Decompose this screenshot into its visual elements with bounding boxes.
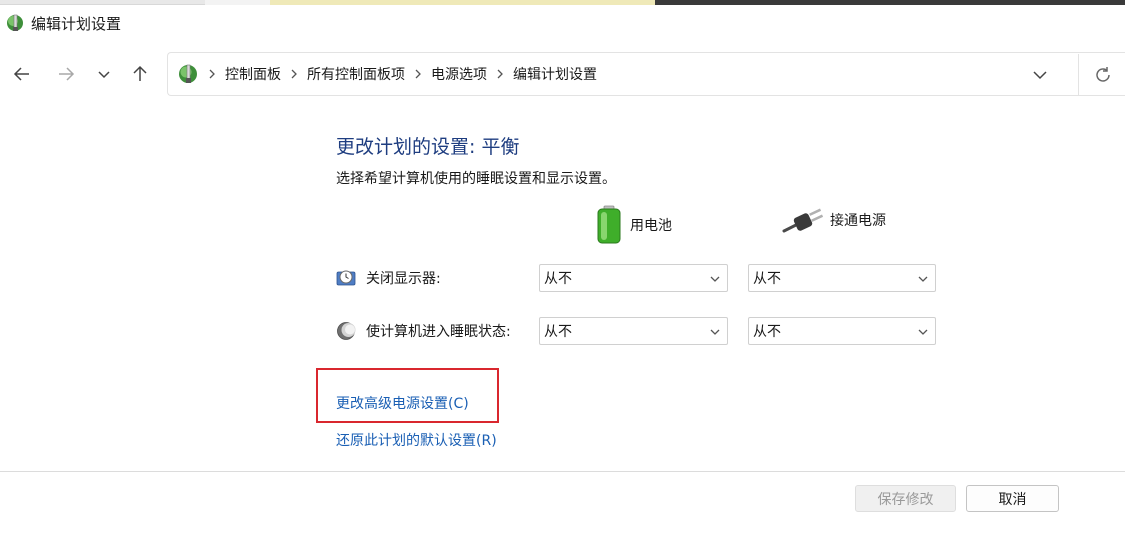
sleep-plugged-value: 从不 <box>753 324 781 340</box>
cancel-button[interactable]: 取消 <box>966 485 1059 512</box>
address-bar-actions <box>1028 53 1125 97</box>
arrow-right-icon <box>59 67 75 81</box>
refresh-icon <box>1096 67 1110 82</box>
battery-column-header: 用电池 <box>594 205 672 245</box>
chevron-down-icon <box>710 329 720 335</box>
sleep-row: 使计算机进入睡眠状态: <box>336 321 511 341</box>
display-plugged-select[interactable]: 从不 <box>748 264 936 292</box>
page-description: 选择希望计算机使用的睡眠设置和显示设置。 <box>336 171 616 187</box>
power-plug-icon <box>782 208 824 233</box>
sleep-label: 使计算机进入睡眠状态: <box>366 324 511 340</box>
plugged-column-header: 接通电源 <box>782 205 886 235</box>
turn-off-display-row: 关闭显示器: <box>336 268 441 288</box>
power-options-icon <box>7 14 23 31</box>
plugged-column-label: 接通电源 <box>830 213 886 229</box>
page-title: 更改计划的设置: 平衡 <box>336 136 520 158</box>
chevron-down-icon <box>710 276 720 282</box>
title-bar: 编辑计划设置 <box>0 5 1125 41</box>
restore-defaults-link[interactable]: 还原此计划的默认设置(R) <box>336 430 497 450</box>
address-history-button[interactable] <box>1028 63 1052 87</box>
up-button[interactable] <box>128 62 152 86</box>
chevron-down-icon <box>918 329 928 335</box>
chevron-down-icon <box>1033 71 1047 80</box>
refresh-button[interactable] <box>1091 63 1115 87</box>
battery-column-label: 用电池 <box>630 218 672 234</box>
footer-divider <box>0 471 1125 472</box>
save-changes-button[interactable]: 保存修改 <box>855 485 956 512</box>
chevron-right-icon <box>285 69 303 79</box>
breadcrumb-control-panel[interactable]: 控制面板 <box>225 64 281 84</box>
display-plugged-value: 从不 <box>753 271 781 287</box>
moon-sleep-icon <box>337 322 356 340</box>
divider <box>1078 54 1079 96</box>
arrow-left-icon <box>13 67 29 81</box>
advanced-power-settings-link[interactable]: 更改高级电源设置(C) <box>336 393 469 413</box>
breadcrumb-power-options[interactable]: 电源选项 <box>431 64 487 84</box>
display-battery-select[interactable]: 从不 <box>539 264 728 292</box>
breadcrumb-all-items[interactable]: 所有控制面板项 <box>307 64 405 84</box>
address-bar[interactable]: 控制面板 所有控制面板项 电源选项 编辑计划设置 <box>167 52 1125 96</box>
sleep-plugged-select[interactable]: 从不 <box>748 317 936 345</box>
power-options-icon <box>179 64 197 83</box>
chevron-right-icon <box>491 69 509 79</box>
chevron-down-icon <box>918 276 928 282</box>
display-battery-value: 从不 <box>544 271 572 287</box>
arrow-up-icon <box>133 65 147 81</box>
battery-icon <box>597 205 621 244</box>
display-clock-icon <box>336 270 356 286</box>
sleep-battery-value: 从不 <box>544 324 572 340</box>
window-title: 编辑计划设置 <box>31 14 122 33</box>
sleep-battery-select[interactable]: 从不 <box>539 317 728 345</box>
chevron-down-icon <box>98 71 110 79</box>
forward-button[interactable] <box>54 62 78 86</box>
navigation-bar: 控制面板 所有控制面板项 电源选项 编辑计划设置 <box>0 50 1125 98</box>
recent-locations-button[interactable] <box>92 62 116 86</box>
back-button[interactable] <box>10 62 34 86</box>
breadcrumb-edit-plan[interactable]: 编辑计划设置 <box>513 64 597 84</box>
chevron-right-icon <box>409 69 427 79</box>
turn-off-display-label: 关闭显示器: <box>366 271 441 287</box>
chevron-right-icon <box>203 69 221 79</box>
